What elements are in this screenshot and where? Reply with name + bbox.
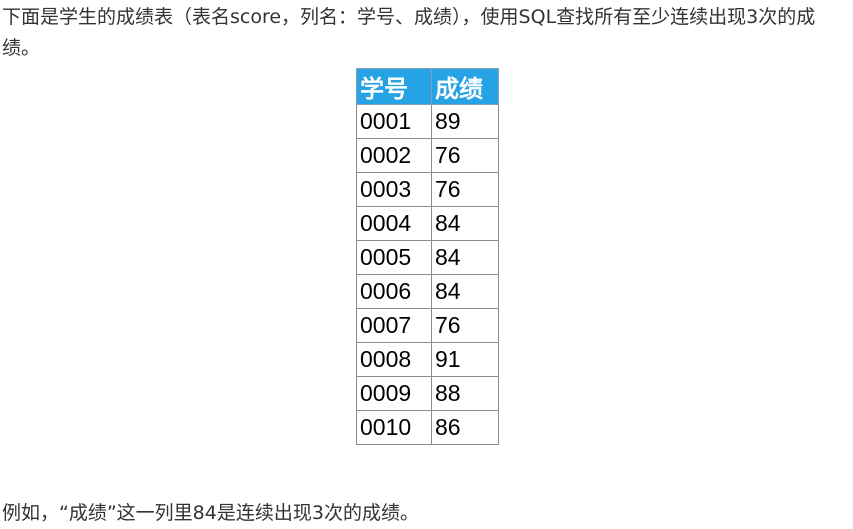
cell-student-id: 0007 — [356, 308, 432, 343]
table-row: 0003 76 — [356, 172, 499, 207]
cell-score: 89 — [431, 104, 499, 139]
cell-student-id: 0010 — [356, 410, 432, 445]
header-score: 成绩 — [431, 68, 499, 105]
cell-score: 76 — [431, 308, 499, 343]
cell-score: 91 — [431, 342, 499, 377]
score-table: 学号 成绩 0001 89 0002 76 0003 76 0004 84 00 — [356, 68, 499, 445]
table-row: 0009 88 — [356, 376, 499, 411]
table-row: 0010 86 — [356, 410, 499, 445]
table-row: 0006 84 — [356, 274, 499, 309]
cell-student-id: 0005 — [356, 240, 432, 275]
cell-student-id: 0004 — [356, 206, 432, 241]
cell-score: 84 — [431, 274, 499, 309]
cell-student-id: 0006 — [356, 274, 432, 309]
intro-paragraph: 下面是学生的成绩表（表名score，列名：学号、成绩），使用SQL查找所有至少连… — [2, 6, 816, 59]
cell-student-id: 0002 — [356, 138, 432, 173]
header-student-id: 学号 — [356, 68, 432, 105]
table-header-row: 学号 成绩 — [356, 68, 499, 105]
cell-score: 76 — [431, 138, 499, 173]
cell-score: 84 — [431, 206, 499, 241]
cell-student-id: 0003 — [356, 172, 432, 207]
score-table-container: 学号 成绩 0001 89 0002 76 0003 76 0004 84 00 — [356, 68, 499, 445]
table-row: 0005 84 — [356, 240, 499, 275]
table-row: 0008 91 — [356, 342, 499, 377]
cell-score: 84 — [431, 240, 499, 275]
cell-score: 76 — [431, 172, 499, 207]
table-row: 0004 84 — [356, 206, 499, 241]
table-row: 0007 76 — [356, 308, 499, 343]
cell-student-id: 0009 — [356, 376, 432, 411]
cell-score: 88 — [431, 376, 499, 411]
outro-paragraph: 例如，“成绩”这一列里84是连续出现3次的成绩。 — [2, 502, 419, 524]
table-row: 0001 89 — [356, 104, 499, 139]
table-row: 0002 76 — [356, 138, 499, 173]
cell-student-id: 0001 — [356, 104, 432, 139]
cell-score: 86 — [431, 410, 499, 445]
cell-student-id: 0008 — [356, 342, 432, 377]
